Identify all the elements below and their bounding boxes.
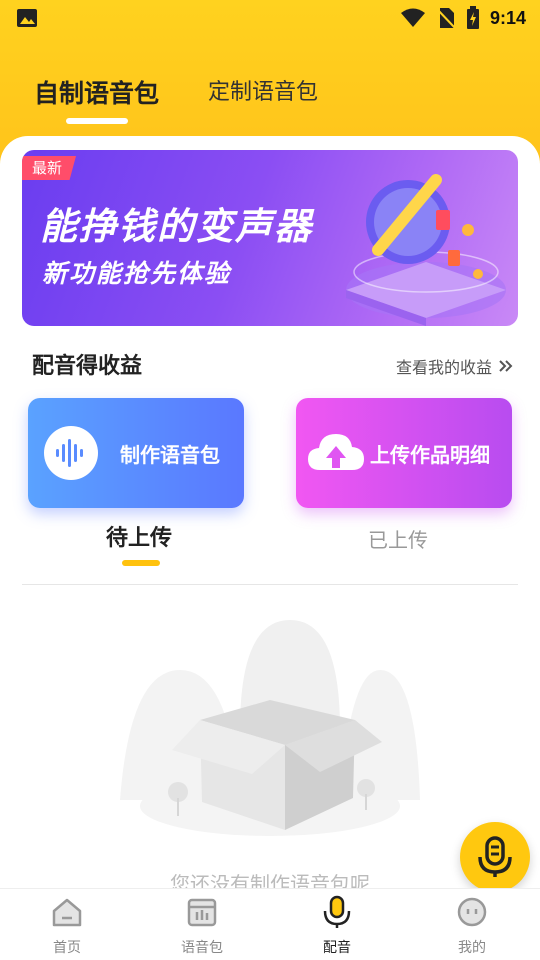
view-earnings-link[interactable]: 查看我的收益	[396, 354, 514, 378]
bottom-navigation: 首页 语音包 配音 我的	[0, 888, 540, 960]
banner-illustration	[346, 174, 506, 326]
divider	[22, 584, 518, 585]
nav-home-label: 首页	[53, 940, 81, 956]
tab-self-made-voice-pack[interactable]: 自制语音包	[34, 74, 159, 110]
no-sim-icon	[436, 8, 456, 29]
banner-subtitle: 新功能抢先体验	[42, 259, 232, 288]
nav-voice-packs[interactable]: 语音包	[162, 895, 242, 957]
record-button[interactable]	[460, 822, 530, 892]
nav-home[interactable]: 首页	[27, 895, 107, 957]
upload-details-label: 上传作品明细	[370, 442, 490, 467]
double-chevron-right-icon	[499, 360, 513, 372]
nav-dubbing[interactable]: 配音	[297, 895, 377, 957]
subtab-uploaded[interactable]: 已上传	[368, 524, 428, 553]
nav-dubbing-label: 配音	[323, 940, 351, 956]
wifi-icon	[400, 8, 425, 27]
voice-pack-icon	[187, 898, 217, 927]
header-tabs: 自制语音包 定制语音包	[0, 60, 540, 130]
status-time: 9:14	[489, 7, 526, 28]
subtab-indicator	[122, 560, 160, 566]
view-earnings-label: 查看我的收益	[395, 358, 492, 377]
tab-custom-voice-pack[interactable]: 定制语音包	[208, 74, 318, 106]
banner-new-tag: 最新	[22, 156, 77, 180]
nav-voice-packs-label: 语音包	[181, 940, 223, 956]
battery-icon	[466, 6, 479, 29]
profile-icon	[457, 897, 487, 927]
nav-profile[interactable]: 我的	[432, 895, 512, 957]
home-icon	[52, 898, 82, 927]
empty-box-illustration	[120, 620, 420, 836]
make-voice-pack-label: 制作语音包	[120, 442, 220, 467]
gallery-notification-icon	[17, 9, 37, 27]
make-voice-pack-button[interactable]: 制作语音包	[28, 398, 244, 508]
cloud-upload-icon	[308, 434, 364, 470]
status-bar: 9:14	[0, 0, 540, 36]
promo-banner[interactable]: 最新 能挣钱的变声器 新功能抢先体验	[22, 150, 518, 326]
nav-profile-label: 我的	[458, 940, 486, 956]
banner-title: 能挣钱的变声器	[40, 205, 313, 248]
microphone-icon	[323, 895, 351, 928]
upload-details-button[interactable]: 上传作品明细	[296, 398, 512, 508]
voice-wave-icon	[44, 426, 98, 480]
tab-indicator	[66, 118, 128, 124]
microphone-icon	[478, 836, 512, 877]
subtab-pending-upload[interactable]: 待上传	[106, 520, 172, 552]
earnings-title: 配音得收益	[32, 354, 143, 379]
